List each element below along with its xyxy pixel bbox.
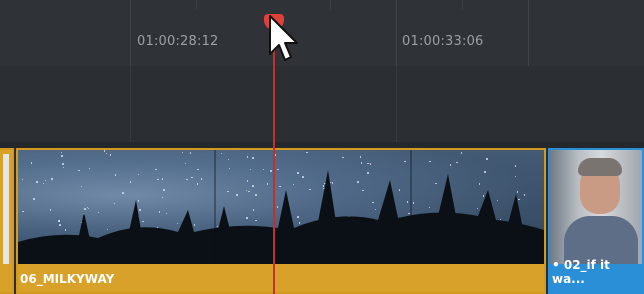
clip-thumbnail (18, 150, 544, 264)
arrow-pointer-icon (269, 15, 298, 61)
ruler-tick (196, 0, 197, 10)
ruler-tick (330, 0, 331, 10)
ruler-tick (130, 0, 131, 66)
frame-divider (410, 150, 412, 264)
previous-clip-edge[interactable] (0, 148, 14, 294)
tree-silhouettes (18, 170, 544, 264)
ruler-tick (462, 0, 463, 10)
empty-track-area[interactable] (0, 66, 644, 142)
video-clip-interview[interactable]: • 02_if it wa... (548, 148, 644, 294)
clip-label-bar: • 02_if it wa... (550, 258, 642, 292)
clip-label-bar: 06_MILKYWAY (18, 264, 544, 292)
ruler-tick (396, 0, 397, 66)
clip-name: 06_MILKYWAY (20, 272, 115, 286)
timecode-ruler[interactable]: 01:00:28:12 01:00:33:06 (0, 0, 644, 66)
person-hair (578, 158, 622, 176)
clip-name: • 02_if it wa... (552, 258, 610, 286)
timecode-label: 01:00:28:12 (137, 34, 219, 49)
clip-thumbnail (3, 154, 9, 264)
ruler-tick (528, 0, 529, 66)
person-body (564, 216, 638, 264)
clip-thumbnail (550, 150, 642, 264)
timecode-label: 01:00:33:06 (402, 34, 484, 49)
video-clip-milkyway[interactable]: 06_MILKYWAY (16, 148, 546, 294)
grid-line (130, 66, 131, 142)
frame-divider (214, 150, 216, 264)
timeline-panel[interactable]: 01:00:28:12 01:00:33:06 06_MILKYWAY • 02… (0, 0, 644, 294)
grid-line (396, 66, 397, 142)
